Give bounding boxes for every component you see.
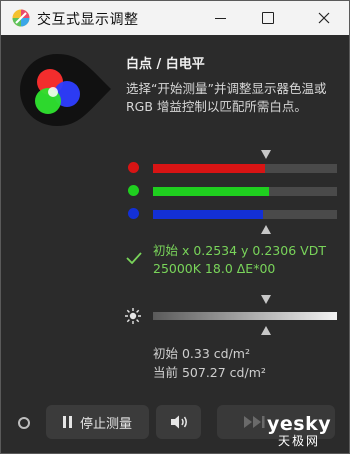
status-line-1: 初始 x 0.2534 y 0.2306 VDT — [153, 243, 326, 258]
content-area: 白点 / 白电平 选择“开始测量”并调整显示器色温或RGB 增益控制以匹配所需白… — [1, 35, 349, 453]
green-level-fill — [153, 187, 269, 196]
red-level-fill — [153, 164, 266, 173]
sound-toggle-button[interactable] — [156, 405, 201, 439]
maximize-icon — [262, 12, 274, 24]
section-heading: 白点 / 白电平 — [126, 57, 205, 72]
green-channel-dot — [128, 185, 139, 196]
stop-measurement-label: 停止测量 — [79, 416, 132, 432]
checkmark-icon — [126, 252, 142, 264]
app-logo-icon — [12, 9, 30, 27]
luminance-marker-up-icon — [261, 326, 271, 335]
close-button[interactable] — [301, 1, 347, 35]
close-icon — [318, 12, 330, 24]
status-text: 初始 x 0.2534 y 0.2306 VDT 25000K 18.0 ΔE*… — [153, 242, 326, 278]
luminance-initial: 初始 0.33 cd/m² — [153, 346, 250, 361]
instructions-text: 选择“开始测量”并调整显示器色温或RGB 增益控制以匹配所需白点。 — [126, 81, 327, 114]
luminance-readout: 初始 0.33 cd/m² 当前 507.27 cd/m² — [153, 344, 266, 382]
skip-next-icon — [244, 416, 265, 428]
pause-icon — [62, 416, 72, 428]
blue-level-bar — [153, 210, 337, 219]
luminance-marker-down-icon — [261, 295, 271, 304]
window-title: 交互式显示调整 — [37, 12, 139, 28]
red-channel-dot — [128, 162, 139, 173]
rgb-color-bubble-icon — [20, 54, 111, 126]
speaker-icon — [170, 415, 187, 429]
luminance-current: 当前 507.27 cd/m² — [153, 365, 266, 380]
target-marker-up-icon — [261, 225, 271, 234]
title-bar: 交互式显示调整 — [1, 1, 349, 35]
maximize-button[interactable] — [245, 1, 291, 35]
stop-measurement-button[interactable]: 停止测量 — [46, 405, 149, 439]
status-line-2: 25000K 18.0 ΔE*00 — [153, 261, 276, 276]
target-marker-down-icon — [261, 150, 271, 159]
green-level-bar — [153, 187, 337, 196]
blue-level-fill — [153, 210, 264, 219]
red-level-bar — [153, 164, 337, 173]
luminance-bar — [153, 312, 337, 320]
measurement-indicator-icon — [18, 417, 30, 429]
blue-channel-dot — [128, 208, 139, 219]
app-window: 交互式显示调整 白点 / 白电平 选择“开始测量”并调整显示器色温或RGB 增益… — [0, 0, 350, 454]
watermark-logo: yesky 天极网 — [267, 413, 331, 449]
minimize-icon — [214, 17, 226, 19]
brightness-sun-icon — [125, 308, 141, 324]
minimize-button[interactable] — [197, 1, 243, 35]
